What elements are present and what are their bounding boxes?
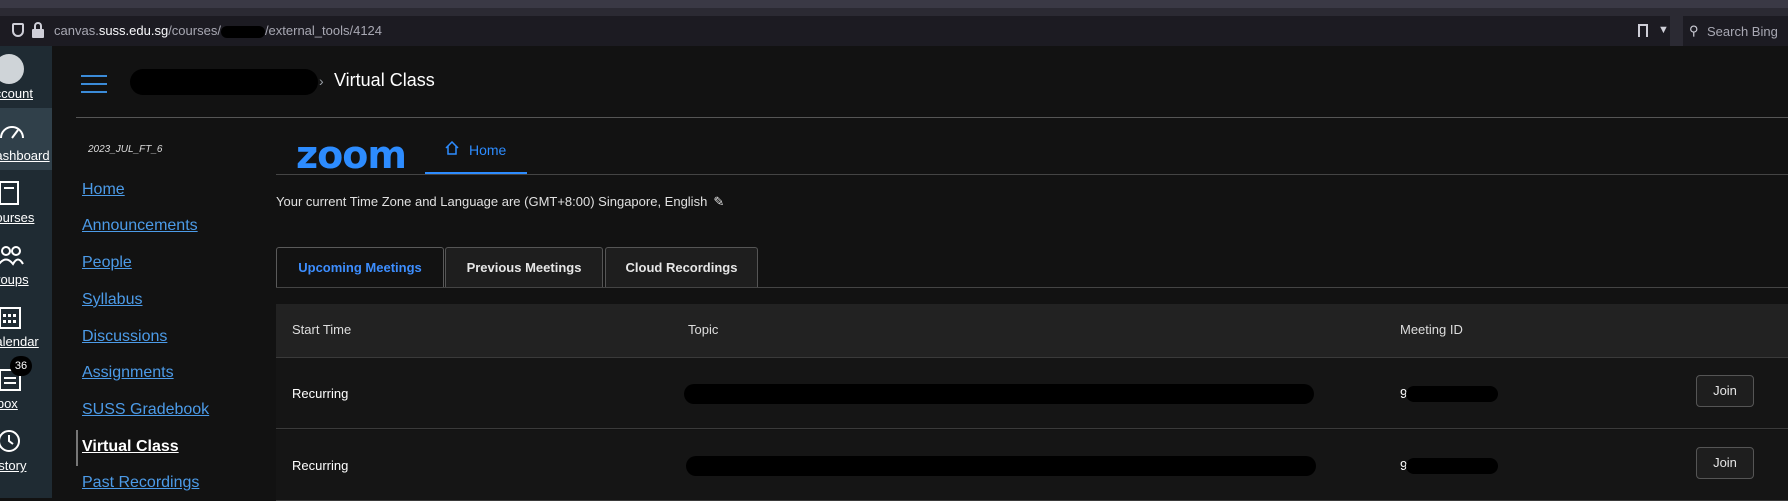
- course-nav-home[interactable]: Home: [82, 181, 125, 199]
- global-nav-account[interactable]: Account: [0, 46, 52, 108]
- global-nav-label: Account: [0, 86, 33, 101]
- global-nav-label: History: [0, 458, 27, 473]
- join-button[interactable]: Join: [1696, 447, 1754, 479]
- global-nav: Account Dashboard Courses Groups Calenda…: [0, 46, 52, 498]
- tab-cloud-recordings[interactable]: Cloud Recordings: [605, 247, 758, 287]
- course-nav-suss-gradebook[interactable]: SUSS Gradebook: [82, 401, 209, 419]
- table-row: Recurring 9 Join: [276, 358, 1788, 429]
- global-nav-label: Dashboard: [0, 148, 50, 163]
- column-start-time: Start Time: [292, 322, 352, 337]
- course-menu-toggle-button[interactable]: [81, 75, 107, 93]
- breadcrumb-current: Virtual Class: [334, 70, 435, 90]
- global-nav-calendar[interactable]: Calendar: [0, 294, 52, 356]
- zoom-header-divider: [276, 174, 1788, 175]
- search-icon: ⚲: [1689, 23, 1699, 38]
- chevron-down-icon[interactable]: ▼: [1658, 24, 1669, 36]
- column-topic: Topic: [688, 322, 719, 337]
- breadcrumb-course-redacted[interactable]: [130, 69, 318, 95]
- course-nav-discussions[interactable]: Discussions: [82, 328, 167, 346]
- global-nav-label: Groups: [0, 272, 29, 287]
- global-nav-courses[interactable]: Courses: [0, 170, 52, 232]
- global-nav-inbox[interactable]: 36 Inbox: [0, 356, 52, 418]
- timezone-info: Your current Time Zone and Language are …: [276, 194, 724, 210]
- browser-toolbar: canvas.suss.edu.sg/courses//external_too…: [0, 0, 1788, 46]
- global-nav-label: Calendar: [0, 334, 39, 349]
- tracking-protection-icon[interactable]: [12, 23, 24, 37]
- timezone-text: Your current Time Zone and Language are …: [276, 194, 708, 209]
- zoom-logo: zoom: [296, 133, 407, 177]
- course-nav-assignments[interactable]: Assignments: [82, 364, 174, 382]
- meeting-id-redacted: [1406, 386, 1498, 402]
- home-icon: [445, 141, 459, 155]
- url-text[interactable]: canvas.suss.edu.sg/courses//external_too…: [54, 23, 382, 38]
- course-term-label: 2023_JUL_FT_6: [88, 144, 163, 155]
- meeting-id-redacted: [1406, 458, 1498, 474]
- bookmark-icon[interactable]: [1638, 24, 1648, 37]
- table-row: Recurring 9 Join: [276, 430, 1788, 501]
- start-time-cell: Recurring: [292, 458, 349, 473]
- courses-icon: [0, 181, 19, 205]
- global-nav-groups[interactable]: Groups: [0, 232, 52, 294]
- edit-pencil-icon[interactable]: ✎: [713, 194, 724, 210]
- course-nav-announcements[interactable]: Announcements: [82, 217, 198, 235]
- topic-redacted: [684, 384, 1314, 404]
- table-header: Start Time Topic Meeting ID: [276, 304, 1788, 358]
- search-box[interactable]: ⚲ Search Bing: [1683, 16, 1788, 46]
- course-nav-past-recordings[interactable]: Past Recordings: [82, 474, 199, 492]
- search-placeholder: Search Bing: [1707, 24, 1778, 39]
- join-button[interactable]: Join: [1696, 375, 1754, 407]
- groups-icon: [0, 246, 24, 266]
- address-bar[interactable]: canvas.suss.edu.sg/courses//external_too…: [0, 16, 1670, 46]
- start-time-cell: Recurring: [292, 386, 349, 401]
- course-nav-people[interactable]: People: [82, 254, 132, 272]
- breadcrumb-chevron-icon: ›: [319, 73, 324, 89]
- course-nav-virtual-class[interactable]: Virtual Class: [82, 438, 179, 456]
- global-nav-history[interactable]: History: [0, 418, 52, 480]
- column-meeting-id: Meeting ID: [1400, 322, 1463, 337]
- global-nav-label: Inbox: [0, 396, 18, 411]
- global-nav-label: Courses: [0, 210, 35, 225]
- tab-upcoming-meetings[interactable]: Upcoming Meetings: [276, 247, 444, 287]
- topic-redacted: [686, 456, 1316, 476]
- zoom-home-tab-label: Home: [469, 142, 507, 158]
- course-nav-active-indicator: [76, 430, 78, 466]
- dashboard-icon: [0, 126, 24, 139]
- calendar-icon: [0, 307, 21, 329]
- redacted-course-id: [220, 25, 265, 38]
- avatar: [0, 54, 24, 84]
- course-nav-syllabus[interactable]: Syllabus: [82, 291, 142, 309]
- history-icon: [0, 430, 20, 452]
- tabs-divider: [276, 287, 1788, 288]
- header-divider: [76, 117, 1788, 118]
- zoom-home-tab[interactable]: Home: [425, 130, 527, 174]
- tab-previous-meetings[interactable]: Previous Meetings: [445, 247, 603, 287]
- global-nav-dashboard[interactable]: Dashboard: [0, 108, 52, 170]
- inbox-unread-badge: 36: [10, 356, 32, 376]
- lock-icon[interactable]: [32, 22, 44, 38]
